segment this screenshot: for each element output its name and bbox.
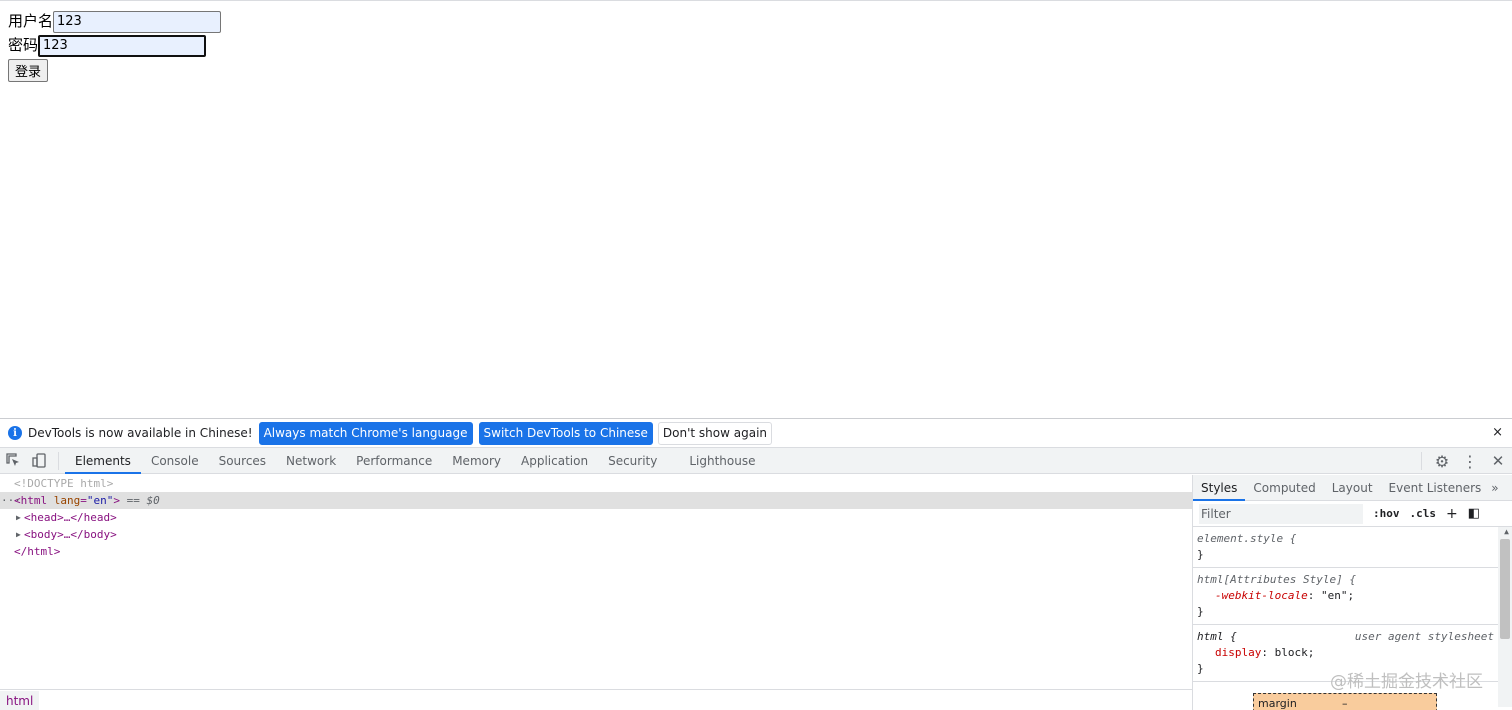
tab-styles[interactable]: Styles: [1193, 475, 1246, 501]
property-value: "en";: [1320, 589, 1355, 602]
dom-head-node[interactable]: ▶ <head>…</head>: [0, 509, 1192, 526]
tab-security[interactable]: Security: [598, 448, 667, 474]
class-toggle-button[interactable]: .cls: [1410, 507, 1437, 520]
toolbar-divider: [1421, 452, 1422, 470]
password-input[interactable]: [38, 34, 207, 57]
tab-sources[interactable]: Sources: [209, 448, 276, 474]
styles-scrollbar[interactable]: ▲: [1498, 527, 1512, 707]
console-ref: == $0: [126, 494, 160, 507]
inspect-element-icon[interactable]: [0, 448, 26, 474]
html-open-bracket: >: [113, 494, 120, 507]
styles-filter-row: :hov .cls + ◧: [1193, 501, 1512, 527]
styles-filter-input[interactable]: [1199, 503, 1363, 524]
toolbar-divider: [58, 451, 59, 470]
dom-doctype[interactable]: <!DOCTYPE html>: [0, 475, 1192, 492]
password-row: 密码: [8, 34, 221, 57]
device-toolbar-icon[interactable]: [26, 448, 52, 474]
username-label: 用户名: [8, 12, 54, 30]
username-input[interactable]: [53, 10, 222, 33]
scrollbar-thumb[interactable]: [1500, 539, 1510, 639]
switch-to-chinese-button[interactable]: Switch DevTools to Chinese: [478, 421, 653, 445]
rule-element-style[interactable]: element.style { }: [1193, 527, 1498, 568]
breadcrumb: html: [0, 689, 1192, 710]
hover-state-button[interactable]: :hov: [1373, 507, 1400, 520]
close-devtools-icon[interactable]: ✕: [1484, 448, 1512, 474]
settings-gear-icon[interactable]: ⚙: [1428, 448, 1456, 474]
sidebar-tabs: Styles Computed Layout Event Listeners »: [1193, 475, 1512, 501]
head-tag: <head>…</head>: [24, 511, 117, 524]
username-row: 用户名: [8, 10, 222, 33]
rule-close-brace: }: [1197, 548, 1204, 561]
breadcrumb-item-html[interactable]: html: [0, 690, 40, 710]
watermark: @稀土掘金技术社区: [1330, 672, 1483, 692]
tab-memory[interactable]: Memory: [442, 448, 511, 474]
body-tag: <body>…</body>: [24, 528, 117, 541]
info-icon: i: [8, 426, 22, 440]
login-form: 用户名 密码 登录: [8, 10, 222, 82]
expand-triangle-icon[interactable]: ▶: [16, 509, 21, 526]
expand-triangle-icon[interactable]: ▶: [16, 526, 21, 543]
dont-show-again-button[interactable]: Don't show again: [657, 421, 773, 445]
rule-declaration: -webkit-locale: "en";: [1197, 588, 1494, 604]
tab-elements[interactable]: Elements: [65, 448, 141, 474]
tab-computed[interactable]: Computed: [1245, 475, 1323, 501]
tab-lighthouse[interactable]: Lighthouse: [679, 448, 765, 474]
toggle-sidebar-icon[interactable]: ◧: [1468, 506, 1480, 521]
property-colon: :: [1261, 646, 1275, 659]
dom-html-node[interactable]: ··· <html lang="en"> == $0: [0, 492, 1192, 509]
tab-performance[interactable]: Performance: [346, 448, 442, 474]
devtools-tabbar: Elements Console Sources Network Perform…: [0, 447, 1512, 474]
more-options-icon[interactable]: ⋮: [1456, 448, 1484, 474]
box-model-margin[interactable]: margin –: [1253, 693, 1437, 710]
dom-tree: <!DOCTYPE html> ··· <html lang="en"> == …: [0, 475, 1192, 689]
login-button[interactable]: 登录: [8, 59, 49, 82]
lang-attribute: lang: [53, 494, 81, 507]
dom-html-close[interactable]: </html>: [0, 543, 1192, 560]
property-name: -webkit-locale: [1215, 589, 1308, 602]
password-label: 密码: [8, 36, 39, 54]
tab-application[interactable]: Application: [511, 448, 598, 474]
property-colon: :: [1307, 589, 1321, 602]
rule-selector: element.style {: [1197, 532, 1297, 545]
lang-value: "en": [86, 494, 114, 507]
dom-body-node[interactable]: ▶ <body>…</body>: [0, 526, 1192, 543]
devtools-panel: i DevTools is now available in Chinese! …: [0, 418, 1512, 710]
new-style-rule-icon[interactable]: +: [1446, 506, 1458, 522]
rule-attributes-style[interactable]: html[Attributes Style] { -webkit-locale:…: [1193, 568, 1498, 625]
rule-close-brace: }: [1197, 605, 1204, 618]
html-close-tag: </html>: [14, 545, 61, 558]
scroll-up-icon[interactable]: ▲: [1504, 527, 1509, 536]
more-tabs-icon[interactable]: »: [1491, 481, 1498, 495]
node-actions-icon[interactable]: ···: [1, 492, 21, 509]
page-viewport: 用户名 密码 登录: [0, 0, 1512, 418]
box-model-label: margin: [1258, 697, 1297, 710]
tab-event-listeners[interactable]: Event Listeners: [1381, 475, 1490, 501]
language-infobar: i DevTools is now available in Chinese! …: [0, 419, 1512, 447]
attr-equals: =: [80, 494, 87, 507]
infobar-message: DevTools is now available in Chinese!: [28, 426, 253, 440]
toolbar-right-actions: ⚙ ⋮ ✕: [1415, 448, 1512, 474]
doctype-text: <!DOCTYPE html>: [14, 477, 114, 490]
style-rules: element.style { } html[Attributes Style]…: [1193, 527, 1512, 707]
rule-selector: html[Attributes Style] {: [1197, 573, 1356, 586]
tab-console[interactable]: Console: [141, 448, 209, 474]
property-name: display: [1215, 646, 1262, 659]
infobar-close-icon[interactable]: ×: [1492, 425, 1503, 440]
always-match-language-button[interactable]: Always match Chrome's language: [258, 421, 473, 445]
rule-declaration: display: block;: [1197, 645, 1494, 661]
tab-network[interactable]: Network: [276, 448, 346, 474]
rule-origin: user agent stylesheet: [1354, 630, 1494, 643]
tab-layout[interactable]: Layout: [1324, 475, 1381, 501]
box-model-margin-value[interactable]: –: [1342, 697, 1348, 710]
property-value: block;: [1274, 646, 1315, 659]
